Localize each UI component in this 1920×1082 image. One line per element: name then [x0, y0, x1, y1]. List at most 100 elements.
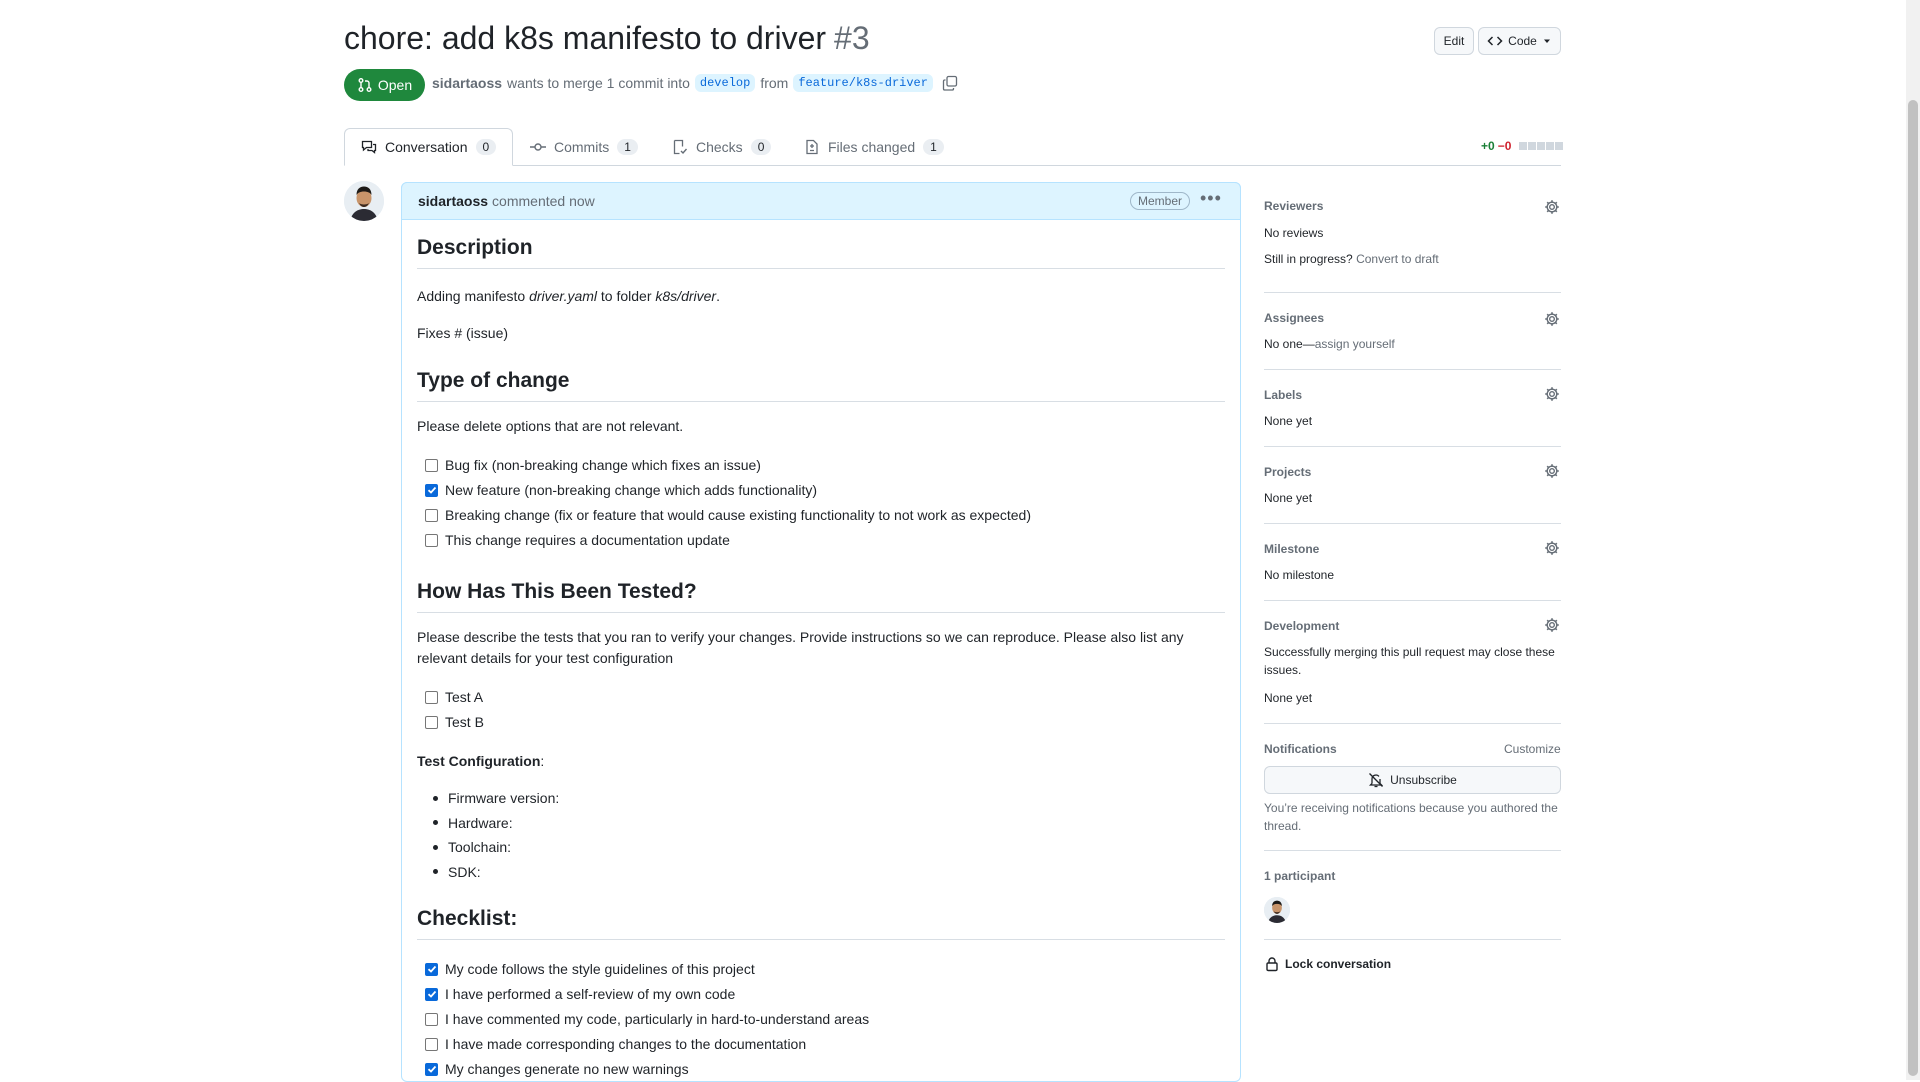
participants-title: 1 participant: [1264, 869, 1336, 883]
task-label: I have performed a self-review of my own…: [445, 986, 736, 1002]
pr-title: chore: add k8s manifesto to driver #3: [344, 20, 870, 57]
bullet: [433, 844, 438, 850]
bullet: [433, 820, 438, 825]
unsubscribe-button[interactable]: Unsubscribe: [1264, 766, 1561, 794]
checkbox-unchecked[interactable]: [425, 1012, 438, 1026]
desc-end: .: [716, 288, 720, 304]
unsubscribe-label: Unsubscribe: [1390, 773, 1457, 787]
edit-button[interactable]: Edit: [1434, 27, 1474, 55]
development-title[interactable]: Development: [1264, 619, 1339, 633]
check-icon: [427, 486, 436, 494]
tab-label: Files changed: [828, 139, 916, 155]
projects-title[interactable]: Projects: [1264, 465, 1311, 479]
tab-commits[interactable]: Commits 1: [514, 128, 654, 166]
checkbox-unchecked[interactable]: [425, 533, 438, 547]
gear-icon[interactable]: [1544, 311, 1560, 327]
task-label: My changes generate no new warnings: [445, 1061, 689, 1077]
heading-checklist: Checklist:: [417, 907, 1225, 940]
task-label: I have commented my code, particularly i…: [445, 1011, 870, 1027]
reviewers-title[interactable]: Reviewers: [1264, 199, 1323, 213]
config-item-label: SDK:: [448, 863, 481, 880]
assign-yourself-link[interactable]: assign yourself: [1315, 337, 1395, 351]
check-icon: [427, 965, 436, 973]
copy-icon[interactable]: [942, 75, 958, 91]
development-desc-1: Successfully merging this pull request m…: [1264, 645, 1555, 659]
gear-icon[interactable]: [1544, 540, 1560, 556]
config-list-item: Firmware version:: [433, 790, 559, 806]
lock-icon: [1266, 957, 1278, 972]
task-label: New feature (non-breaking change which a…: [445, 482, 817, 498]
checkbox-unchecked[interactable]: [425, 458, 438, 472]
comment-author[interactable]: sidartaoss: [418, 193, 488, 209]
avatar-image: [1264, 897, 1290, 923]
lock-conversation-link[interactable]: Lock conversation: [1264, 956, 1391, 972]
development-desc-2: issues.: [1264, 663, 1302, 677]
checkbox-unchecked[interactable]: [425, 508, 438, 522]
fixes-text: Fixes # (issue): [417, 325, 509, 341]
page-scrollbar[interactable]: [1906, 0, 1920, 1080]
checkbox-unchecked[interactable]: [425, 690, 438, 704]
gear-icon[interactable]: [1544, 199, 1560, 215]
tab-conversation[interactable]: Conversation 0: [344, 128, 514, 166]
gear-icon[interactable]: [1544, 386, 1560, 402]
type-intro: Please delete options that are not relev…: [417, 418, 684, 434]
convert-to-draft-link[interactable]: Convert to draft: [1356, 252, 1439, 266]
scrollbar-thumb[interactable]: [1908, 100, 1918, 1076]
sidebar-divider: [1264, 369, 1561, 370]
gear-icon[interactable]: [1544, 617, 1560, 633]
code-button[interactable]: Code: [1478, 27, 1561, 55]
customize-link[interactable]: Customize: [1504, 742, 1561, 756]
labels-value: None yet: [1264, 414, 1313, 428]
pr-number: #3: [834, 20, 870, 56]
bullet: [433, 869, 438, 874]
checkbox-unchecked[interactable]: [425, 715, 438, 729]
task-label: Test A: [445, 689, 484, 705]
tab-counter: 1: [617, 139, 638, 155]
kebab-horizontal-icon[interactable]: •••: [1200, 188, 1222, 209]
checkbox-checked[interactable]: [425, 962, 438, 976]
still-in-progress: Still in progress?: [1264, 252, 1353, 266]
tab-checks[interactable]: Checks 0: [656, 128, 787, 166]
comment-time[interactable]: commented now: [492, 193, 595, 209]
pr-state-label: Open: [377, 77, 413, 93]
reviewers-value: No reviews: [1264, 226, 1324, 240]
tab-files-changed[interactable]: Files changed 1: [788, 128, 960, 166]
development-value: None yet: [1264, 691, 1313, 705]
base-branch[interactable]: develop: [694, 74, 756, 92]
test-task-item: Test A: [425, 689, 483, 705]
diffstat-blocks: [1518, 139, 1564, 153]
sidebar-divider: [1264, 850, 1561, 851]
tab-counter: 1: [923, 139, 944, 155]
task-label: Test B: [445, 714, 484, 730]
head-branch[interactable]: feature/k8s-driver: [793, 74, 933, 92]
git-pull-request-icon: [358, 78, 372, 92]
type-task-item: Bug fix (non-breaking change which fixes…: [425, 457, 761, 473]
labels-title[interactable]: Labels: [1264, 388, 1302, 402]
participant-avatar[interactable]: [1264, 897, 1290, 923]
pr-meta: sidartaoss wants to merge 1 commit into …: [432, 74, 958, 92]
checkbox-checked[interactable]: [425, 483, 438, 497]
pr-author-link[interactable]: sidartaoss: [432, 75, 502, 91]
code-icon: [1487, 36, 1503, 46]
gear-icon[interactable]: [1544, 463, 1560, 479]
checklist-icon: [673, 139, 688, 155]
checkbox-unchecked[interactable]: [425, 1037, 438, 1051]
checkbox-checked[interactable]: [425, 1062, 438, 1076]
test-config-label: Test Configuration:: [417, 751, 544, 772]
milestone-title[interactable]: Milestone: [1264, 542, 1319, 556]
config-list-item: Toolchain:: [433, 839, 511, 855]
tab-counter: 0: [475, 139, 497, 155]
desc-file: driver.yaml: [529, 288, 598, 304]
assignees-title[interactable]: Assignees: [1264, 311, 1324, 325]
task-label: My code follows the style guidelines of …: [445, 961, 755, 977]
checkbox-checked[interactable]: [425, 987, 438, 1001]
pr-state-badge: Open: [344, 69, 425, 101]
comment-author-avatar[interactable]: [344, 181, 384, 221]
checklist-item: My changes generate no new warnings: [425, 1061, 689, 1077]
code-button-label: Code: [1508, 34, 1537, 48]
edit-button-label: Edit: [1443, 34, 1465, 48]
sidebar-divider: [1264, 600, 1561, 601]
type-task-item: New feature (non-breaking change which a…: [425, 482, 817, 498]
member-badge: Member: [1130, 192, 1191, 210]
task-label: Breaking change (fix or feature that wou…: [445, 507, 1031, 523]
